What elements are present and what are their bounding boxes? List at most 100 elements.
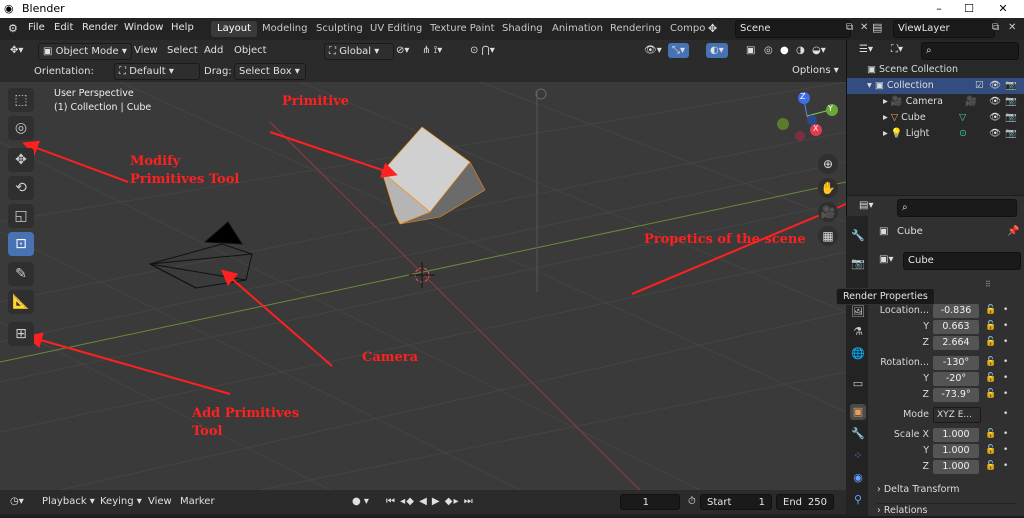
lock-scale-z-icon[interactable]: 🔓 [985, 461, 996, 471]
snap-icon[interactable]: ⋔ ⟟▾ [418, 43, 446, 58]
shading-rendered-icon[interactable]: ◒▾ [808, 43, 830, 58]
object-menu[interactable]: Object [230, 43, 271, 58]
scene-tab-icon[interactable]: ⚗ [850, 324, 866, 340]
collection-render-icon[interactable]: 📷 [1005, 78, 1017, 94]
cube-object[interactable] [381, 126, 486, 225]
shading-wireframe-icon[interactable]: ◎ [760, 43, 777, 58]
keyframe-location-y-icon[interactable]: • [1003, 321, 1008, 331]
cube-visibility-icon[interactable]: 👁 [989, 110, 1001, 126]
overlays-toggle-icon[interactable]: ◐▾ [706, 43, 728, 58]
object-name-field[interactable]: Cube [903, 252, 1021, 270]
tab-compositing[interactable]: Compo [664, 21, 711, 37]
timeline-editor-icon[interactable]: ◷▾ [6, 494, 28, 509]
rotation-x-field[interactable]: -130° [933, 356, 979, 370]
drag-dropdown[interactable]: Select Box ▾ [234, 63, 306, 80]
playback-menu[interactable]: Playback ▾ [38, 494, 99, 509]
rotation-z-field[interactable]: -73.9° [933, 388, 979, 402]
outliner-editor-icon[interactable]: ☰▾ [855, 42, 877, 57]
keying-menu[interactable]: Keying ▾ [96, 494, 146, 509]
view-menu[interactable]: View [130, 43, 162, 58]
add-menu[interactable]: Add [200, 43, 227, 58]
marker-menu[interactable]: Marker [176, 494, 219, 509]
current-frame-field[interactable]: 1 [620, 494, 680, 510]
delete-scene-icon[interactable]: ✕ [860, 22, 868, 33]
tab-modeling[interactable]: Modeling [256, 21, 314, 37]
shading-solid-icon[interactable]: ● [776, 43, 793, 58]
outliner-camera[interactable]: ▸ 🎥 Camera 🎥 👁 📷 [847, 94, 1024, 110]
keyframe-scale-z-icon[interactable]: • [1003, 461, 1008, 471]
delta-transform-panel[interactable]: › Delta Transform [877, 482, 1017, 498]
rotation-mode-dropdown[interactable]: XYZ E... [933, 407, 981, 423]
outliner-search[interactable]: ⌕ [921, 42, 1019, 60]
location-z-field[interactable]: 2.664 [933, 336, 979, 350]
blender-menu-icon[interactable]: ⚙ [8, 22, 18, 35]
move-tool[interactable]: ✥ [8, 148, 34, 172]
lock-location-z-icon[interactable]: 🔓 [985, 337, 996, 347]
keyframe-rotation-y-icon[interactable]: • [1003, 373, 1008, 383]
object-tab-icon[interactable]: ▣ [850, 404, 866, 420]
keyframe-location-z-icon[interactable]: • [1003, 337, 1008, 347]
keyframe-rotation-z-icon[interactable]: • [1003, 389, 1008, 399]
collection-visibility-icon[interactable]: 👁 [989, 78, 1001, 94]
scale-z-field[interactable]: 1.000 [933, 460, 979, 474]
keyframe-location-x-icon[interactable]: • [1003, 305, 1008, 315]
scene-selector[interactable]: Scene [735, 20, 851, 38]
record-icon[interactable]: ● ▾ [348, 494, 373, 509]
visibility-icon[interactable]: 👁▾ [640, 43, 666, 58]
menu-file[interactable]: File [28, 22, 45, 33]
select-menu[interactable]: Select [163, 43, 202, 58]
new-view-layer-icon[interactable]: ⧉ [992, 22, 999, 33]
location-y-field[interactable]: 0.663 [933, 320, 979, 334]
tab-layout[interactable]: Layout [211, 21, 257, 37]
lock-location-x-icon[interactable]: 🔓 [985, 305, 996, 315]
tab-shading[interactable]: Shading [496, 21, 549, 37]
view-layer-tab-icon[interactable]: 🖼 [850, 304, 866, 320]
view-layer-icon[interactable]: ▤ [872, 21, 882, 34]
collection-checkbox-icon[interactable]: ☑ [975, 78, 984, 94]
mode-dropdown[interactable]: ▣ Object Mode ▾ [38, 43, 132, 60]
camera-render-icon[interactable]: 📷 [1005, 94, 1017, 110]
keyframe-mode-icon[interactable]: • [1003, 409, 1008, 419]
playback-controls-icon[interactable]: ⏮ ◂◆ ◀ ▶ ◆▸ ⏭ [382, 494, 478, 509]
zoom-icon[interactable]: ⊕ [818, 154, 838, 174]
transform-orientation-dropdown[interactable]: ⛶ Global ▾ [324, 43, 394, 60]
object-data-icon[interactable]: ▣▾ [879, 254, 893, 265]
camera-visibility-icon[interactable]: 👁 [989, 94, 1001, 110]
end-frame-field[interactable]: End 250 [776, 494, 834, 510]
transform-tool[interactable]: ⊡ [8, 232, 34, 256]
minimize-button[interactable]: – [924, 0, 954, 18]
add-cube-tool[interactable]: ⊞ [8, 322, 34, 346]
close-button[interactable]: ✕ [988, 0, 1018, 18]
tab-animation[interactable]: Animation [546, 21, 609, 37]
scale-y-field[interactable]: 1.000 [933, 444, 979, 458]
constraints-tab-icon[interactable]: ⚲ [850, 492, 866, 508]
xray-icon[interactable]: ▣ [742, 43, 759, 58]
cube-render-icon[interactable]: 📷 [1005, 110, 1017, 126]
editor-type-icon[interactable]: ✥▾ [6, 43, 27, 58]
modifier-tab-icon[interactable]: 🔧 [850, 426, 866, 442]
physics-tab-icon[interactable]: ◉ [850, 470, 866, 486]
menu-help[interactable]: Help [171, 22, 194, 33]
navigation-gizmo[interactable] [777, 92, 838, 141]
light-render-icon[interactable]: 📷 [1005, 126, 1017, 142]
tab-rendering[interactable]: Rendering [604, 21, 667, 37]
timeline-view-menu[interactable]: View [144, 494, 176, 509]
cursor-tool[interactable]: ◎ [8, 116, 34, 140]
keyframe-rotation-x-icon[interactable]: • [1003, 357, 1008, 367]
world-tab-icon[interactable]: 🌐 [850, 346, 866, 362]
proportional-edit-icon[interactable]: ⊙ ⋂▾ [466, 43, 499, 58]
select-box-tool[interactable]: ⬚ [8, 88, 34, 112]
keyframe-scale-y-icon[interactable]: • [1003, 445, 1008, 455]
perspective-toggle-icon[interactable]: ▦ [818, 226, 838, 246]
collection-tab-icon[interactable]: ▭ [850, 376, 866, 392]
rotation-y-field[interactable]: -20° [933, 372, 979, 386]
orientation-dropdown[interactable]: ⛶ Default ▾ [114, 63, 200, 80]
light-visibility-icon[interactable]: 👁 [989, 126, 1001, 142]
scene-icon[interactable]: ✥ [708, 22, 717, 35]
outliner-cube[interactable]: ▸ ▽ Cube ▽ 👁 📷 [847, 110, 1024, 126]
scale-tool[interactable]: ◱ [8, 204, 34, 228]
keyframe-scale-x-icon[interactable]: • [1003, 429, 1008, 439]
annotate-tool[interactable]: ✎ [8, 262, 34, 286]
outliner-scene-collection[interactable]: ▣ Scene Collection [847, 62, 1024, 78]
shading-material-icon[interactable]: ◑ [792, 43, 809, 58]
